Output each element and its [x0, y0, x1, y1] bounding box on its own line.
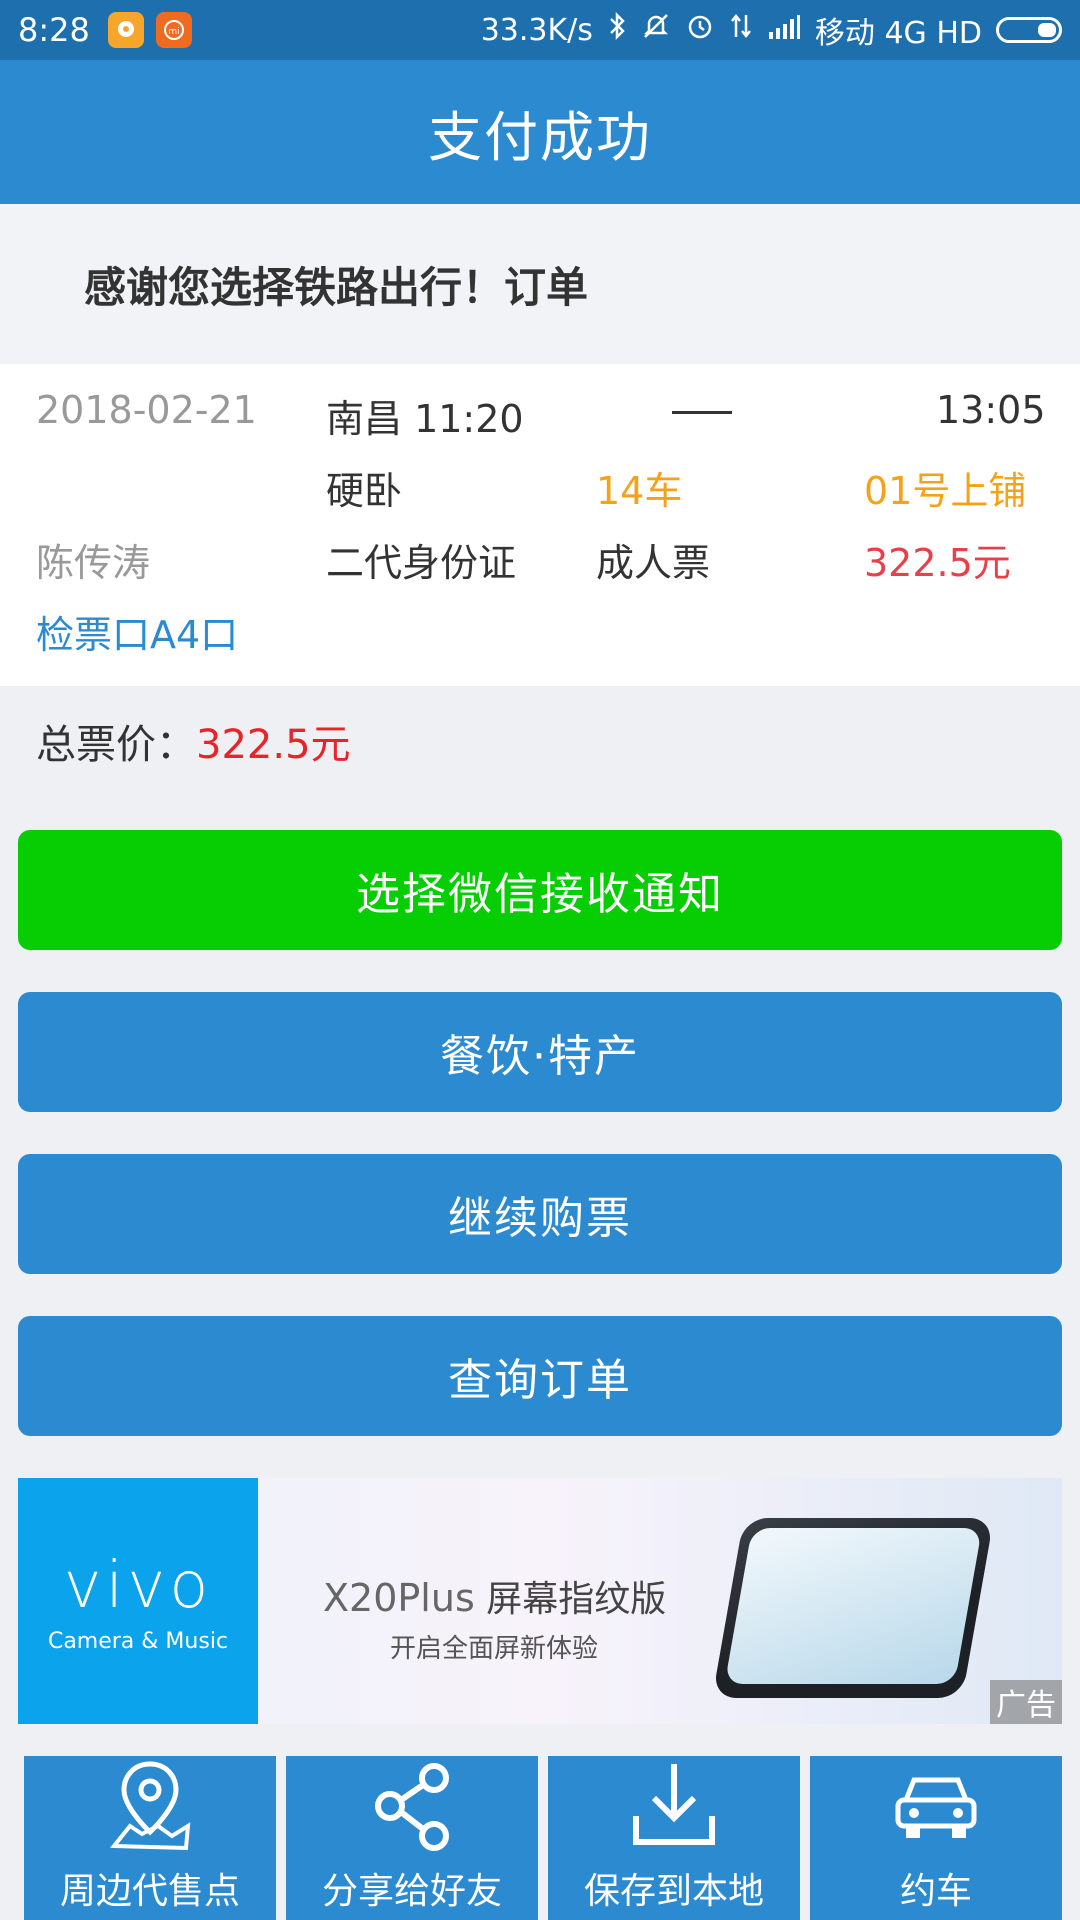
ad-brand-block: vivo Camera & Music	[18, 1478, 258, 1724]
query-order-button[interactable]: 查询订单	[18, 1316, 1062, 1436]
depart-station-time: 南昌 11:20	[326, 397, 524, 441]
data-arrows-icon	[729, 11, 753, 49]
ticket-type: 成人票	[596, 541, 711, 585]
wechat-notify-button[interactable]: 选择微信接收通知	[18, 830, 1062, 950]
ad-phone-image	[712, 1518, 994, 1698]
seat-class: 硬卧	[326, 469, 403, 513]
share-icon	[375, 1763, 449, 1851]
ad-banner[interactable]: vivo Camera & Music X20Plus 屏幕指纹版 开启全面屏新…	[18, 1478, 1062, 1724]
car-icon	[895, 1777, 977, 1838]
continue-purchase-button[interactable]: 继续购票	[18, 1154, 1062, 1274]
status-bar: 8:28 mi 33.3K/s 移动 4G HD	[0, 0, 1080, 60]
nav-label: 周边代售点	[59, 1871, 240, 1912]
nav-book-car[interactable]: 约车	[810, 1756, 1062, 1920]
chat-app-icon	[107, 12, 144, 48]
ticket-row-passenger: 陈传涛 二代身份证 成人票 322.5元	[36, 532, 1044, 604]
nav-label: 保存到本地	[583, 1871, 764, 1912]
arrive-time: 13:05	[936, 388, 1046, 432]
ad-brand-logo: vivo	[63, 1548, 213, 1623]
check-in-gate: 检票口A4口	[36, 613, 239, 657]
nav-save-local[interactable]: 保存到本地	[548, 1756, 800, 1920]
route-dash	[672, 388, 732, 432]
order-thanks-text: 感谢您选择铁路出行！订单	[0, 204, 1080, 364]
nav-share-friends[interactable]: 分享给好友	[286, 1756, 538, 1920]
total-price: 总票价：322.5元	[36, 712, 351, 770]
download-icon	[633, 1764, 715, 1845]
ad-subtitle: 开启全面屏新体验	[390, 1634, 599, 1664]
travel-date: 2018-02-21	[36, 388, 257, 432]
berth-number: 01号上铺	[864, 469, 1027, 513]
ad-badge: 广告	[990, 1680, 1062, 1724]
ticket-price: 322.5元	[864, 541, 1011, 585]
ad-title: X20Plus 屏幕指纹版	[323, 1570, 666, 1622]
nav-label: 约车	[899, 1871, 972, 1912]
car-number: 14车	[596, 469, 683, 513]
nav-label: 分享给好友	[321, 1871, 502, 1912]
bluetooth-icon	[607, 11, 627, 49]
mi-app-icon: mi	[155, 12, 192, 48]
ad-brand-tagline: Camera & Music	[47, 1628, 229, 1654]
alarm-icon	[685, 11, 715, 49]
location-pin-icon	[109, 1761, 191, 1851]
food-specialty-button[interactable]: 餐饮·特产	[18, 992, 1062, 1112]
status-time: 8:28	[18, 11, 90, 49]
nav-nearby-agents[interactable]: 周边代售点	[24, 1756, 276, 1920]
total-price-value: 322.5元	[196, 722, 351, 768]
id-type: 二代身份证	[326, 541, 517, 585]
total-price-label: 总票价：	[36, 722, 196, 768]
battery-icon	[996, 17, 1062, 43]
mute-icon	[641, 11, 671, 49]
ticket-row-seat: 硬卧 14车 01号上铺	[36, 460, 1044, 532]
page-title: 支付成功	[0, 60, 1080, 204]
bottom-nav: 周边代售点 分享给好友 保存到本地 约车	[0, 1756, 1080, 1920]
ticket-details: 2018-02-21 南昌 11:20 13:05 硬卧 14车 01号上铺 陈…	[0, 364, 1080, 686]
ad-title-suffix: 屏幕指纹版	[486, 1579, 667, 1620]
ticket-row-schedule: 2018-02-21 南昌 11:20 13:05	[36, 388, 1046, 460]
ad-model: X20Plus	[323, 1576, 475, 1620]
passenger-name: 陈传涛	[36, 541, 151, 585]
ticket-row-gate: 检票口A4口	[36, 604, 1044, 676]
carrier-label: 移动 4G HD	[814, 16, 982, 51]
signal-icon	[767, 13, 801, 48]
network-speed: 33.3K/s	[480, 12, 593, 48]
svg-text:mi: mi	[168, 27, 179, 37]
